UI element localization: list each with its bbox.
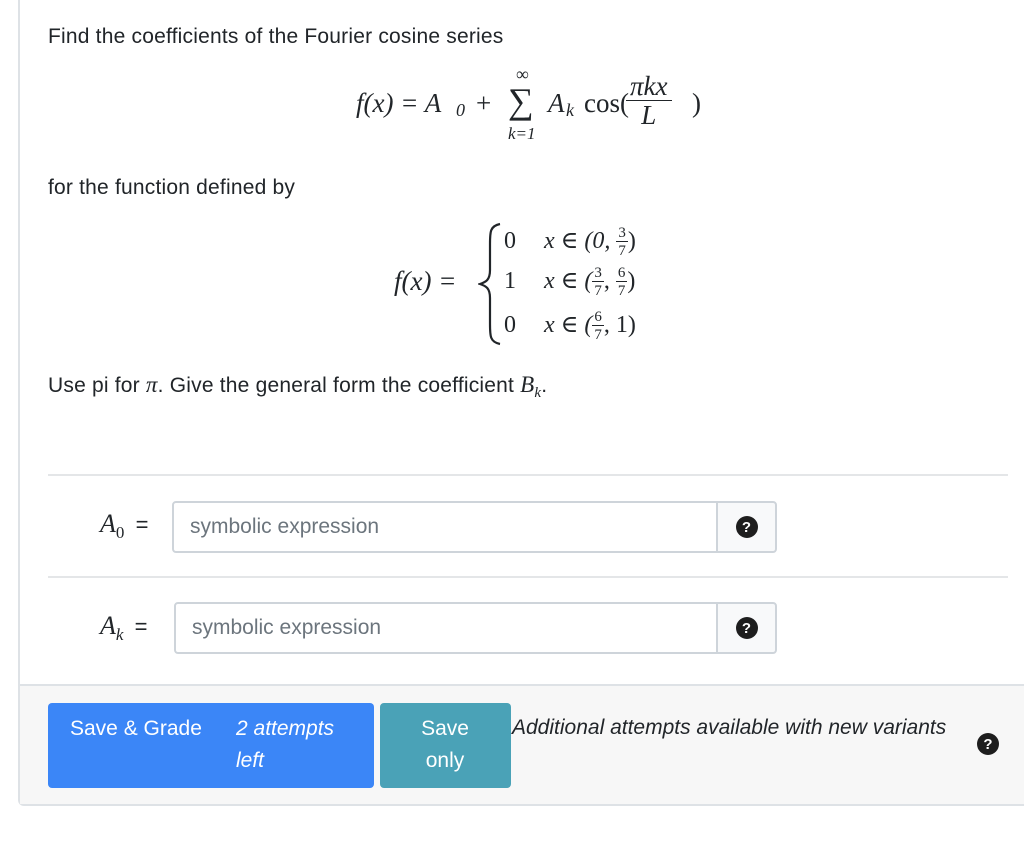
a0-label: A0 = [100, 509, 149, 543]
attempts-note: Additional attempts available with new v… [512, 716, 947, 739]
series-plus: + [476, 88, 492, 118]
instruction: Use pi for π. Give the general form the … [48, 372, 548, 402]
fourier-series-equation: f(x) = A 0 + ∞ ∑ k=1 A k cos( πkx L ) [356, 64, 716, 154]
function-intro: for the function defined by [48, 176, 296, 199]
series-frac-num: πkx [626, 72, 672, 102]
series-A0-sub: 0 [456, 100, 465, 120]
a0-input[interactable] [172, 501, 718, 553]
sum-symbol: ∑ [508, 81, 534, 121]
case-row-1: 0 x ∈ (0, 3 7 ) [504, 225, 636, 259]
ak-label: Ak = [100, 611, 148, 645]
divider [48, 576, 1008, 578]
series-cos: cos( [584, 88, 629, 118]
save-only-button[interactable]: Save only [380, 703, 511, 788]
series-close: ) [692, 88, 701, 118]
save-only-label: Save only [421, 717, 469, 772]
ak-help-button[interactable]: ? [716, 602, 777, 654]
sum-lower: k=1 [508, 124, 536, 143]
question-icon: ? [977, 733, 999, 755]
case-row-3: 0 x ∈ ( 6 7 , 1) [504, 309, 636, 343]
left-brace-icon [478, 222, 501, 346]
question-intro: Find the coefficients of the Fourier cos… [48, 25, 504, 48]
piecewise-lhs: f(x) = [394, 266, 457, 296]
a0-help-button[interactable]: ? [716, 501, 777, 553]
series-lhs: f(x) = A [356, 88, 442, 118]
footer-help-button[interactable]: ? [977, 733, 999, 755]
question-icon: ? [735, 617, 758, 639]
ak-input[interactable] [174, 602, 718, 654]
case-row-2: 1 x ∈ ( 3 7 , 6 7 ) [504, 265, 636, 299]
series-fraction: πkx L [626, 72, 672, 131]
series-Ak-sub: k [566, 100, 574, 120]
attempts-left: 2 attempts left [236, 717, 335, 772]
divider [48, 474, 1008, 476]
save-grade-label: Save & Grade [70, 717, 202, 740]
question-icon: ? [735, 516, 758, 538]
pi-symbol: π [145, 372, 158, 397]
series-Ak: A [548, 88, 565, 118]
series-frac-den: L [641, 100, 657, 131]
save-grade-button[interactable]: Save & Grade 2 attempts left [48, 703, 374, 788]
